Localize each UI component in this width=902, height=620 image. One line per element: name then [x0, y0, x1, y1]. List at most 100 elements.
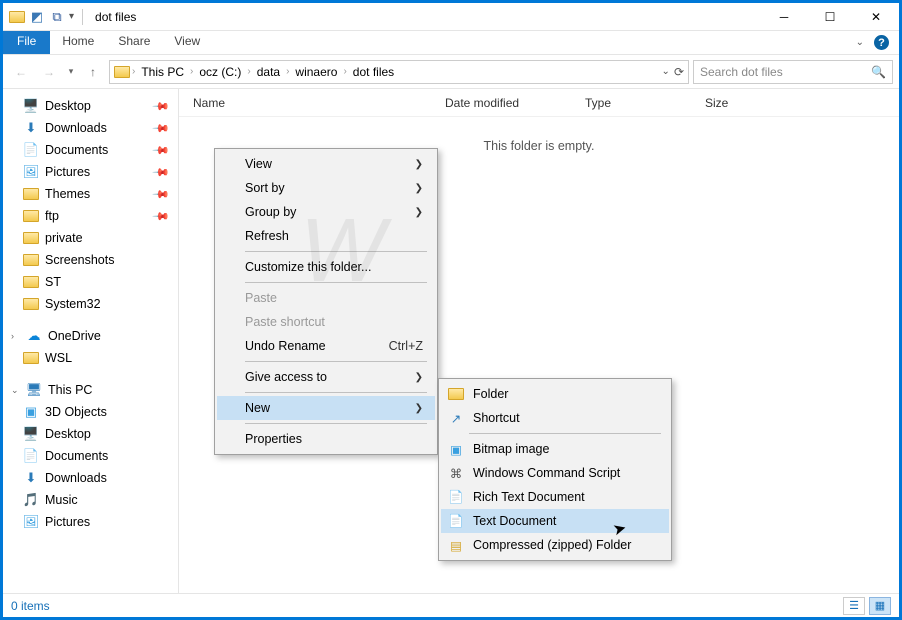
up-button[interactable]: ↑ [81, 60, 105, 84]
chevron-down-icon[interactable]: ⌄ [11, 385, 20, 396]
ctx-view[interactable]: View❯ [217, 152, 435, 176]
qat-dropdown-icon[interactable]: ▾ [69, 11, 74, 22]
folder-icon [447, 385, 465, 403]
qat: ◩ ⧉ ▾ [3, 9, 87, 25]
sidebar-item-documents[interactable]: 📄Documents [5, 445, 176, 467]
qat-powershell-icon[interactable]: ⧉ [49, 9, 65, 25]
shortcut-icon: ↗ [447, 409, 465, 427]
file-tab[interactable]: File [3, 31, 50, 54]
recent-dropdown-icon[interactable]: ▾ [65, 60, 77, 84]
sidebar-item-themes[interactable]: Themes📌 [5, 183, 176, 205]
ctx-group-by[interactable]: Group by❯ [217, 200, 435, 224]
ctx-sort-by[interactable]: Sort by❯ [217, 176, 435, 200]
col-name[interactable]: Name [187, 96, 439, 110]
nav-pane[interactable]: 🖥️Desktop📌⬇Downloads📌📄Documents📌🖼Picture… [3, 89, 179, 593]
window-controls: ─ ☐ ✕ [761, 3, 899, 31]
new-bitmap-image[interactable]: ▣Bitmap image [441, 437, 669, 461]
navbar: ← → ▾ ↑ › This PC› ocz (C:)› data› winae… [3, 55, 899, 89]
app-icon [9, 9, 25, 25]
desktop-icon: 🖥️ [23, 426, 39, 442]
downloads-icon: ⬇ [23, 120, 39, 136]
chevron-right-icon: ❯ [385, 372, 423, 383]
context-menu[interactable]: View❯Sort by❯Group by❯Refresh Customize t… [214, 148, 438, 455]
crumb-drive[interactable]: ocz (C:) [195, 61, 245, 83]
new-windows-command-script[interactable]: ⌘Windows Command Script [441, 461, 669, 485]
col-date[interactable]: Date modified [439, 96, 579, 110]
tab-view[interactable]: View [162, 31, 212, 54]
new-compressed-zipped-folder[interactable]: ▤Compressed (zipped) Folder [441, 533, 669, 557]
new-shortcut[interactable]: ↗Shortcut [441, 406, 669, 430]
qat-properties-icon[interactable]: ◩ [29, 9, 45, 25]
maximize-button[interactable]: ☐ [807, 3, 853, 31]
crumb-dotfiles[interactable]: dot files [349, 61, 398, 83]
documents-icon: 📄 [23, 142, 39, 158]
tab-share[interactable]: Share [106, 31, 162, 54]
pin-icon: 📌 [152, 97, 171, 116]
crumb-winaero[interactable]: winaero [291, 61, 341, 83]
sidebar-item-pictures[interactable]: 🖼Pictures [5, 511, 176, 533]
col-type[interactable]: Type [579, 96, 699, 110]
ctx-paste-shortcut: Paste shortcut [217, 310, 435, 334]
sidebar-item-desktop[interactable]: 🖥️Desktop📌 [5, 95, 176, 117]
new-text-document[interactable]: 📄Text Document [441, 509, 669, 533]
ctx-new[interactable]: New❯ [217, 396, 435, 420]
chevron-right-icon[interactable]: › [11, 331, 20, 341]
ctx-customize-this-folder-[interactable]: Customize this folder... [217, 255, 435, 279]
sidebar-item-ftp[interactable]: ftp📌 [5, 205, 176, 227]
crumb-data[interactable]: data [253, 61, 284, 83]
folder-icon [23, 208, 39, 224]
help-icon[interactable]: ? [874, 35, 889, 50]
pin-icon: 📌 [152, 119, 171, 138]
folder-icon [23, 296, 39, 312]
tab-home[interactable]: Home [50, 31, 106, 54]
view-details-button[interactable]: ☰ [843, 597, 865, 615]
sidebar-item-st[interactable]: ST [5, 271, 176, 293]
sidebar-item-desktop[interactable]: 🖥️Desktop [5, 423, 176, 445]
new-folder[interactable]: Folder [441, 382, 669, 406]
refresh-icon[interactable]: ⟳ [674, 65, 684, 79]
search-input[interactable]: Search dot files 🔍 [693, 60, 893, 84]
sidebar-item-wsl[interactable]: WSL [5, 347, 176, 369]
folder-icon [23, 186, 39, 202]
address-dropdown-icon[interactable]: ⌄ [662, 66, 670, 77]
onedrive-icon: ☁ [26, 328, 42, 344]
folder-icon [23, 230, 39, 246]
folder-icon [23, 350, 39, 366]
pin-icon: 📌 [152, 141, 171, 160]
crumb-thispc[interactable]: This PC [137, 61, 188, 83]
ctx-refresh[interactable]: Refresh [217, 224, 435, 248]
sidebar-item-3d objects[interactable]: ▣3D Objects [5, 401, 176, 423]
folder-icon [23, 252, 39, 268]
pictures-icon: 🖼 [23, 164, 39, 180]
chevron-right-icon: ❯ [385, 207, 423, 218]
view-large-icons-button[interactable]: ▦ [869, 597, 891, 615]
sidebar-item-pictures[interactable]: 🖼Pictures📌 [5, 161, 176, 183]
ctx-give-access-to[interactable]: Give access to❯ [217, 365, 435, 389]
sidebar-item-screenshots[interactable]: Screenshots [5, 249, 176, 271]
sidebar-item-documents[interactable]: 📄Documents📌 [5, 139, 176, 161]
ctx-properties[interactable]: Properties [217, 427, 435, 451]
ribbon-expand-icon[interactable]: ⌄ [856, 37, 864, 48]
address-folder-icon [114, 64, 130, 80]
sidebar-item-system32[interactable]: System32 [5, 293, 176, 315]
address-bar[interactable]: › This PC› ocz (C:)› data› winaero› dot … [109, 60, 689, 84]
search-icon: 🔍 [871, 65, 886, 79]
new-rich-text-document[interactable]: 📄Rich Text Document [441, 485, 669, 509]
sidebar-item-private[interactable]: private [5, 227, 176, 249]
chevron-right-icon: ❯ [385, 183, 423, 194]
minimize-button[interactable]: ─ [761, 3, 807, 31]
new-submenu[interactable]: Folder↗Shortcut ▣Bitmap image⌘Windows Com… [438, 378, 672, 561]
ctx-undo-rename[interactable]: Undo RenameCtrl+Z [217, 334, 435, 358]
titlebar: ◩ ⧉ ▾ dot files ─ ☐ ✕ [3, 3, 899, 31]
sidebar-item-downloads[interactable]: ⬇Downloads [5, 467, 176, 489]
pin-icon: 📌 [152, 185, 171, 204]
sidebar-item-downloads[interactable]: ⬇Downloads📌 [5, 117, 176, 139]
sidebar-onedrive[interactable]: ›☁OneDrive [5, 325, 176, 347]
back-button[interactable]: ← [9, 60, 33, 84]
col-size[interactable]: Size [699, 96, 779, 110]
close-button[interactable]: ✕ [853, 3, 899, 31]
sidebar-item-music[interactable]: 🎵Music [5, 489, 176, 511]
forward-button[interactable]: → [37, 60, 61, 84]
bmp-icon: ▣ [447, 440, 465, 458]
sidebar-thispc[interactable]: ⌄🖥This PC [5, 379, 176, 401]
